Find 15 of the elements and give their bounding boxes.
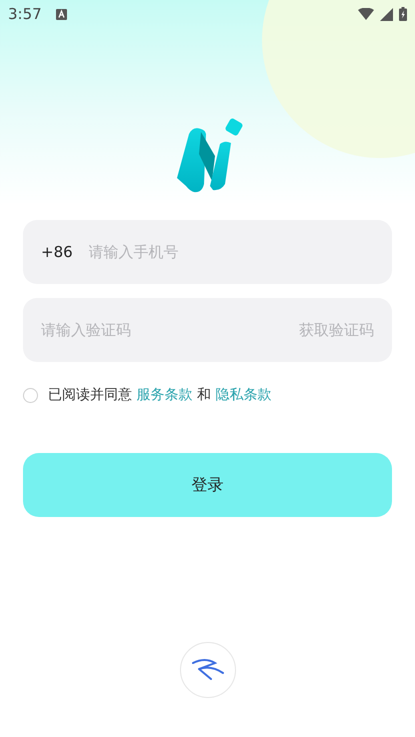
terms-link[interactable]: 服务条款 — [136, 387, 192, 403]
login-button[interactable]: 登录 — [23, 453, 392, 517]
agreement-checkbox[interactable] — [23, 388, 38, 402]
battery-icon — [399, 7, 407, 21]
swoosh-icon — [190, 657, 224, 683]
privacy-link[interactable]: 隐私条款 — [215, 387, 272, 403]
get-code-button[interactable]: 获取验证码 — [299, 320, 374, 340]
agreement-text: 已阅读并同意 服务条款 和 隐私条款 — [48, 386, 272, 404]
status-time: 3:57 — [8, 5, 42, 23]
notification-icon — [56, 8, 67, 20]
country-code[interactable]: +86 — [41, 243, 73, 261]
code-input[interactable]: 请输入验证码 — [41, 321, 299, 339]
wifi-icon — [358, 8, 374, 20]
phone-input[interactable]: 请输入手机号 — [88, 243, 374, 261]
signal-icon — [380, 8, 393, 20]
